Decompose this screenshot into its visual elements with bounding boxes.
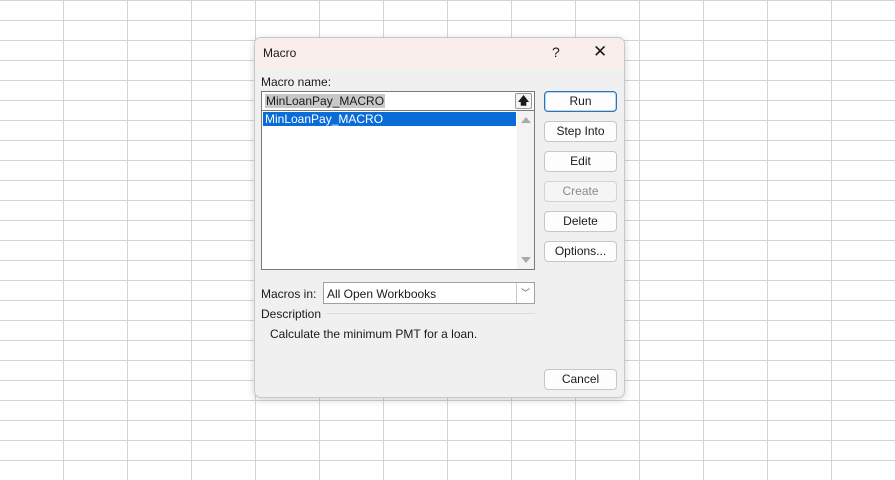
- scroll-up-icon[interactable]: [521, 117, 531, 123]
- close-icon[interactable]: ✕: [593, 42, 607, 62]
- scroll-down-icon[interactable]: [521, 257, 531, 263]
- cancel-button[interactable]: Cancel: [544, 369, 617, 390]
- run-button[interactable]: Run: [544, 91, 617, 112]
- chevron-down-icon[interactable]: ﹀: [516, 283, 534, 303]
- list-item[interactable]: MinLoanPay_MACRO: [263, 112, 516, 126]
- macros-in-value: All Open Workbooks: [327, 287, 437, 301]
- help-button[interactable]: ?: [552, 44, 560, 60]
- description-text: Calculate the minimum PMT for a loan.: [270, 327, 478, 341]
- macro-name-input[interactable]: MinLoanPay_MACRO 🡅: [261, 91, 535, 111]
- macros-in-label: Macros in:: [261, 287, 317, 301]
- title-bar: Macro ? ✕: [255, 38, 624, 68]
- macro-dialog: Macro ? ✕ Macro name: MinLoanPay_MACRO 🡅…: [254, 37, 625, 398]
- description-label: Description: [261, 307, 322, 321]
- edit-button[interactable]: Edit: [544, 151, 617, 172]
- dialog-title: Macro: [263, 46, 297, 60]
- scrollbar[interactable]: [517, 111, 534, 269]
- create-button[interactable]: Create: [544, 181, 617, 202]
- step-into-button[interactable]: Step Into: [544, 121, 617, 142]
- macros-in-select[interactable]: All Open Workbooks ﹀: [323, 282, 535, 304]
- options-button[interactable]: Options...: [544, 241, 617, 262]
- macro-name-label: Macro name:: [261, 75, 332, 89]
- macro-name-value[interactable]: MinLoanPay_MACRO: [265, 94, 386, 108]
- collapse-upload-icon[interactable]: 🡅: [515, 93, 532, 109]
- macro-list[interactable]: MinLoanPay_MACRO: [261, 111, 535, 270]
- delete-button[interactable]: Delete: [544, 211, 617, 232]
- divider: [327, 313, 535, 314]
